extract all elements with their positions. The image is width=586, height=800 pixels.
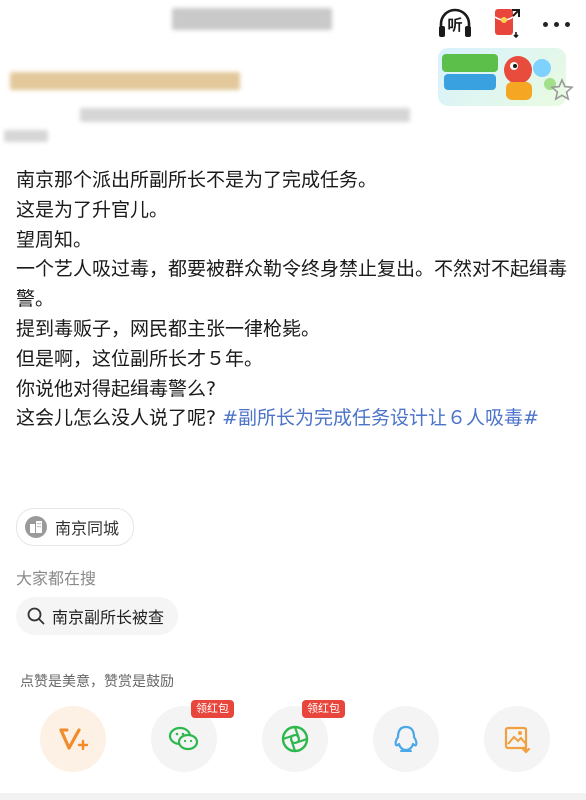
more-options-button[interactable] xyxy=(538,7,574,41)
post-last-line: 这会儿怎么没人说了呢? #副所长为完成任务设计让６人吸毒# xyxy=(16,404,572,434)
red-packet-tag: 领红包 xyxy=(302,700,345,718)
dot-icon xyxy=(553,21,559,27)
blurred-author-name[interactable] xyxy=(10,72,240,90)
blurred-author-meta-2 xyxy=(4,130,48,142)
trending-search-title: 大家都在搜 xyxy=(16,569,97,588)
qq-penguin-icon xyxy=(394,725,418,752)
trending-search-query: 南京副所长被查 xyxy=(52,608,165,627)
post-line: 望周知。 xyxy=(16,228,93,251)
holiday-badge-image[interactable] xyxy=(438,48,566,106)
wechat-icon xyxy=(168,726,199,751)
red-packet-tag: 领红包 xyxy=(191,700,234,718)
reward-note: 点赞是美意，赞赏是鼓励 xyxy=(16,669,178,693)
red-packet-button[interactable] xyxy=(488,4,524,44)
moments-aperture-icon xyxy=(281,725,309,753)
image-download-icon xyxy=(504,726,531,754)
red-packet-icon xyxy=(494,9,520,39)
top-actions: 听 xyxy=(436,4,574,44)
search-icon xyxy=(27,607,45,625)
v-plus-icon xyxy=(59,728,89,751)
post-line: 一个艺人吸过毒，都要被群众勒令终身禁止复出。不然对不起缉毒警。 xyxy=(16,258,568,311)
post-line: 这是为了升官儿。 xyxy=(16,198,169,221)
post-line: 但是啊，这位副所长才５年。 xyxy=(16,347,264,370)
listen-label: 听 xyxy=(447,16,463,34)
post-line: 提到毒贩子，网民都主张一律枪毙。 xyxy=(16,317,321,340)
trending-search-chip[interactable]: 南京副所长被查 xyxy=(16,597,179,635)
reward-button[interactable] xyxy=(40,706,106,772)
top-bar: 听 xyxy=(0,0,586,44)
location-label: 南京同城 xyxy=(55,519,120,538)
location-chip[interactable]: 南京同城 xyxy=(16,508,135,546)
post-line: 南京那个派出所副所长不是为了完成任务。 xyxy=(16,169,378,191)
topic-hashtag-link[interactable]: #副所长为完成任务设计让６人吸毒# xyxy=(222,407,539,429)
blurred-title xyxy=(172,8,332,30)
bottom-divider xyxy=(0,793,586,800)
star-icon[interactable] xyxy=(550,78,574,102)
blurred-author-meta xyxy=(80,108,410,122)
dot-icon xyxy=(542,21,548,27)
city-building-icon xyxy=(25,516,47,538)
post-content: 南京那个派出所副所长不是为了完成任务。 这是为了升官儿。 望周知。 一个艺人吸过… xyxy=(16,166,572,434)
save-image-button[interactable] xyxy=(484,706,550,772)
listen-button[interactable]: 听 xyxy=(436,7,474,41)
holiday-badge-graphic xyxy=(442,54,556,100)
action-bar: 领红包 领红包 xyxy=(0,700,586,786)
share-qq-button[interactable] xyxy=(373,706,439,772)
dot-icon xyxy=(564,21,570,27)
post-line: 你说他对得起缉毒警么? xyxy=(16,377,217,400)
post-line-text: 这会儿怎么没人说了呢? xyxy=(16,407,223,430)
